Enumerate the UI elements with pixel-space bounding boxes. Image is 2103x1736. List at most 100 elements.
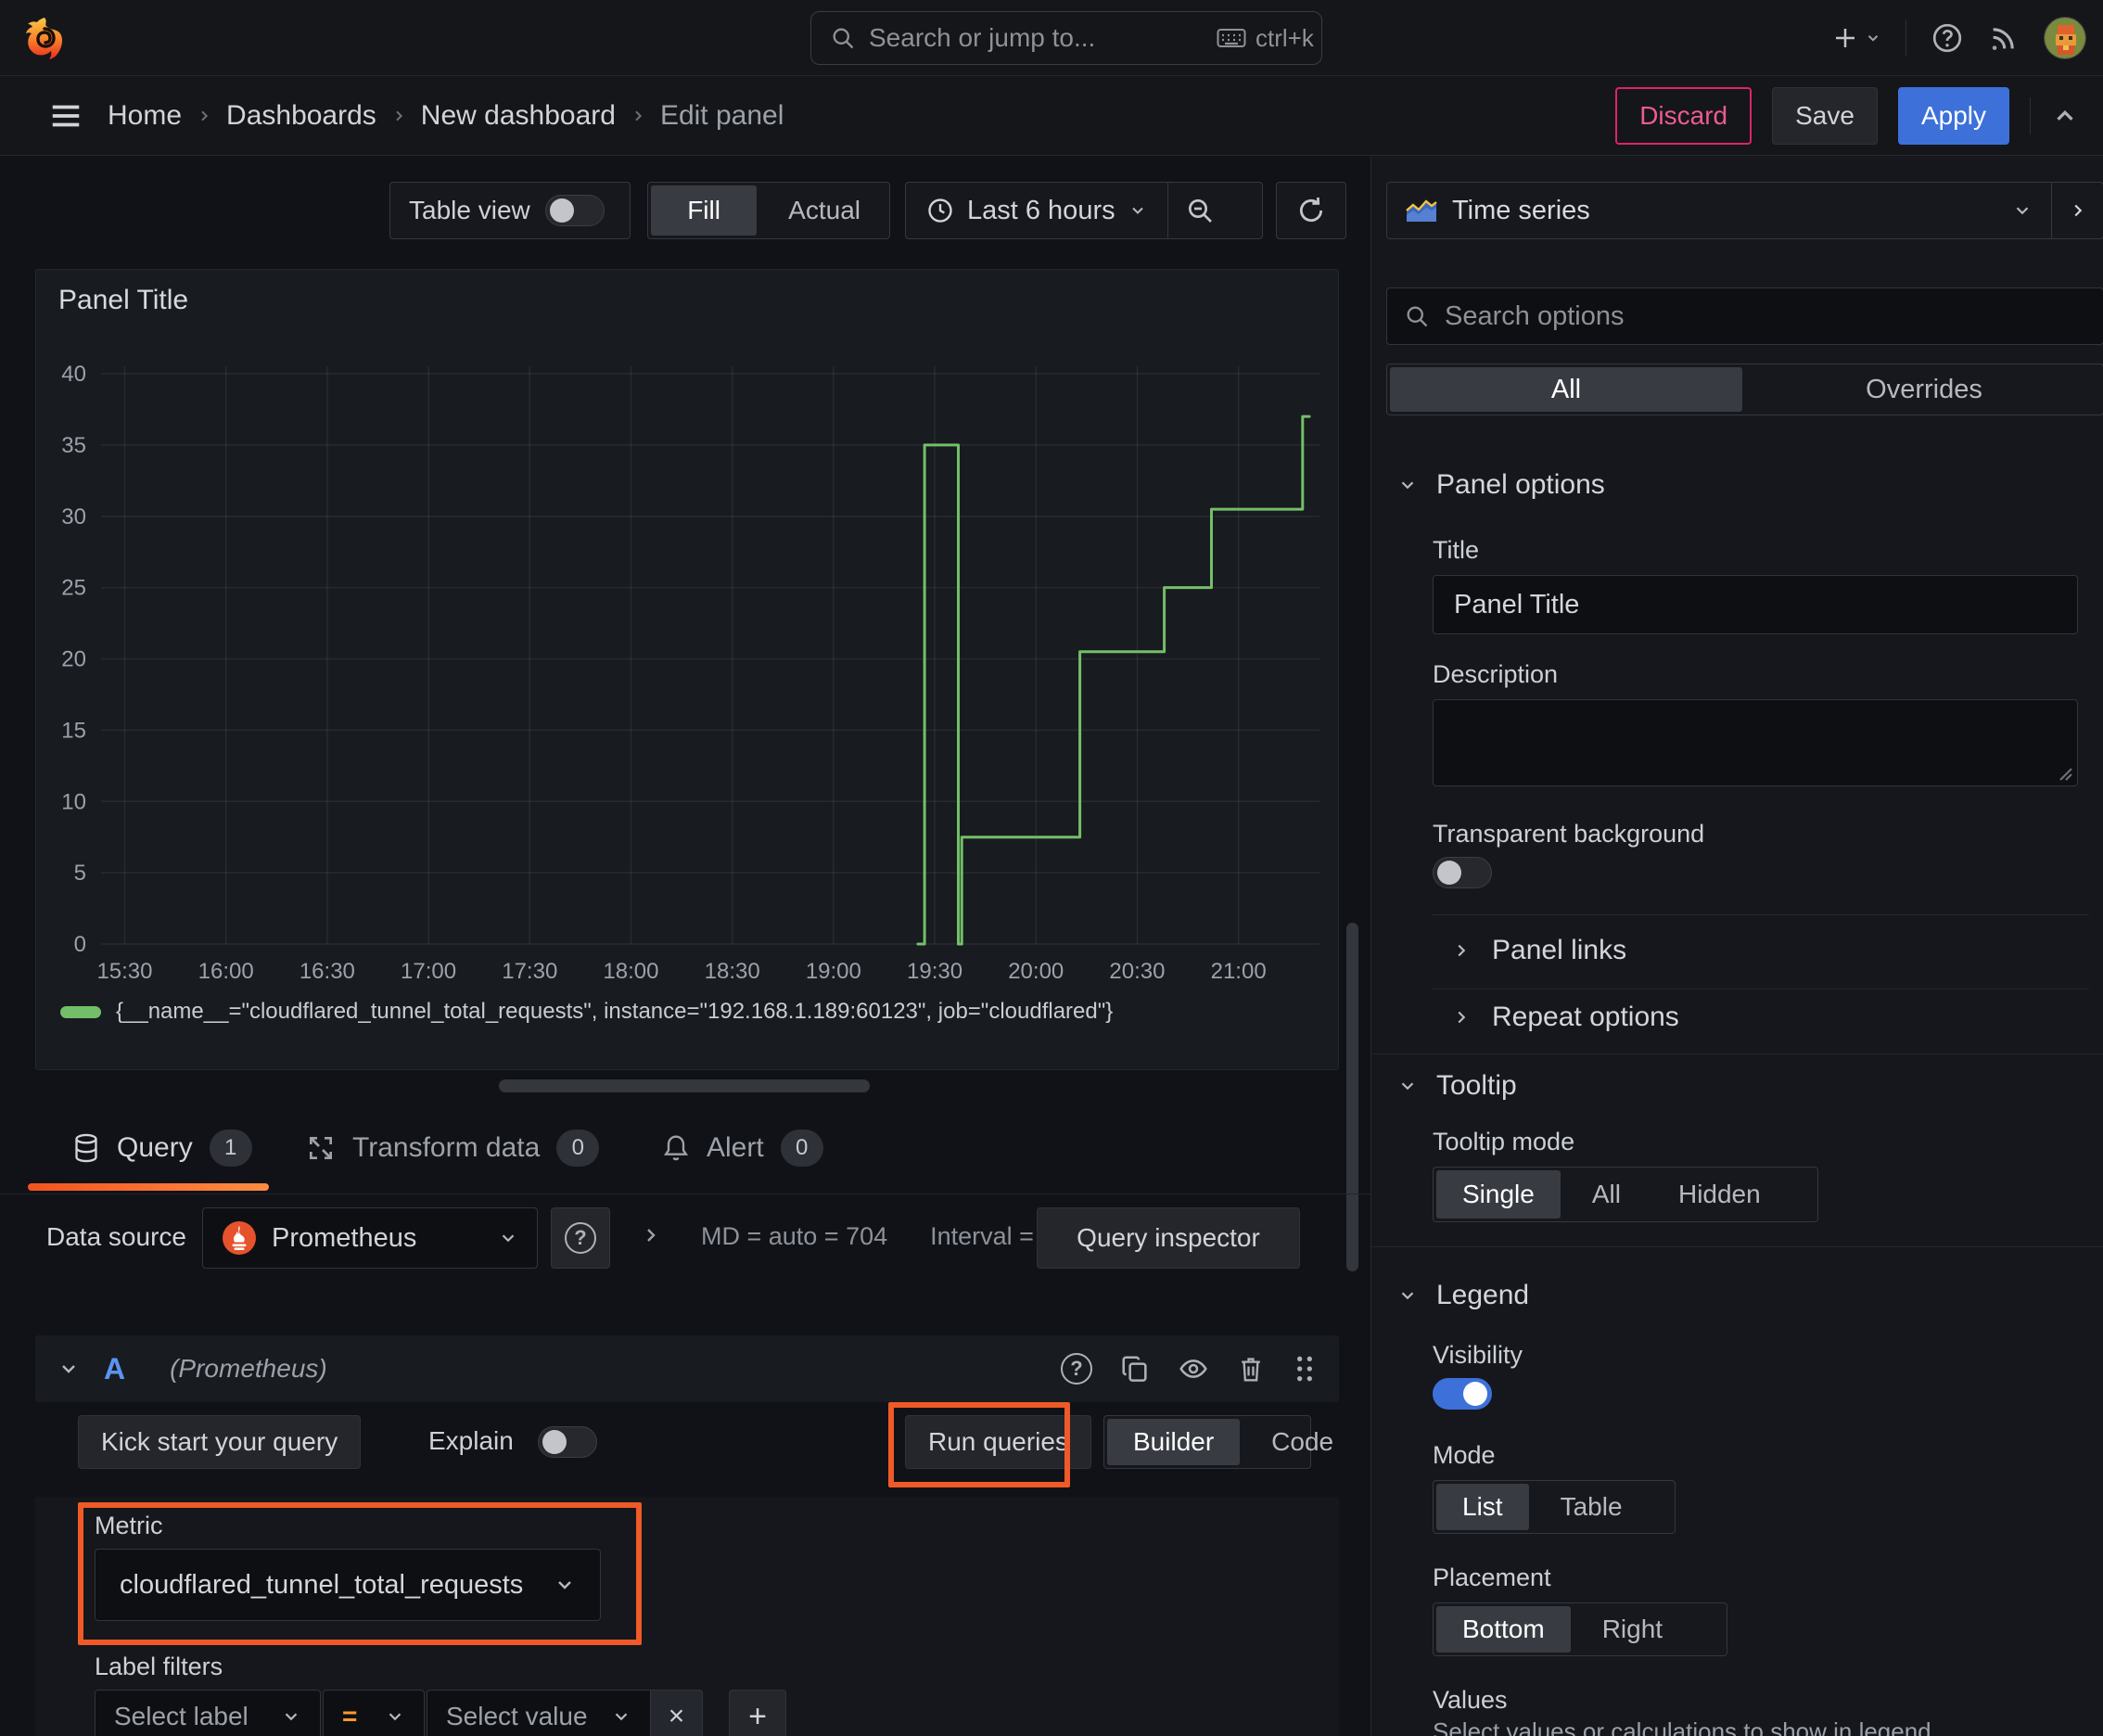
chevron-down-icon <box>1401 1292 1414 1300</box>
grafana-logo-icon[interactable] <box>22 16 67 60</box>
tooltip-mode-switch: Single All Hidden <box>1433 1167 1818 1222</box>
description-textarea[interactable] <box>1433 699 2078 786</box>
legend-section-header[interactable]: Legend <box>1397 1280 1529 1311</box>
news-rss-icon[interactable] <box>1988 22 2020 54</box>
delete-query-icon[interactable] <box>1237 1354 1265 1384</box>
breadcrumb-separator-icon <box>391 108 406 123</box>
operator-dropdown[interactable]: = <box>323 1690 425 1736</box>
legend-right-option[interactable]: Right <box>1576 1606 1689 1653</box>
pane-resize-handle[interactable] <box>499 1079 870 1092</box>
time-series-icon <box>1406 199 1437 222</box>
svg-text:17:30: 17:30 <box>502 959 557 984</box>
query-options-summary: MD = auto = 704 Interval = 30s <box>701 1222 1081 1251</box>
transparent-background-toggle[interactable] <box>1433 857 1492 888</box>
breadcrumb-item[interactable]: Dashboards <box>226 100 376 132</box>
tab-all-options[interactable]: All <box>1390 367 1742 412</box>
run-queries-button[interactable]: Run queries <box>905 1415 1091 1469</box>
metric-label: Metric <box>95 1512 163 1539</box>
drag-handle-icon[interactable] <box>1293 1354 1317 1384</box>
global-search[interactable]: ctrl+k <box>810 11 1322 65</box>
breadcrumb-item[interactable]: New dashboard <box>421 100 616 132</box>
svg-text:0: 0 <box>74 932 86 957</box>
query-row-header: A (Prometheus) ? <box>35 1335 1339 1402</box>
code-option[interactable]: Code <box>1245 1419 1359 1465</box>
svg-text:20:00: 20:00 <box>1008 959 1064 984</box>
legend-list-option[interactable]: List <box>1436 1484 1529 1530</box>
user-avatar[interactable] <box>2044 17 2086 59</box>
select-label-dropdown[interactable]: Select label <box>95 1690 321 1736</box>
explain-label: Explain <box>428 1426 514 1455</box>
table-view-toggle[interactable] <box>544 195 605 226</box>
kick-start-query-button[interactable]: Kick start your query <box>78 1415 362 1469</box>
visualization-picker[interactable]: Time series <box>1387 183 2051 238</box>
repeat-options-section[interactable]: Repeat options <box>1451 1002 1679 1033</box>
tab-alert[interactable]: Alert 0 <box>662 1130 823 1167</box>
tooltip-hidden-option[interactable]: Hidden <box>1652 1170 1787 1219</box>
svg-text:10: 10 <box>61 789 86 814</box>
breadcrumb-item[interactable]: Home <box>108 100 182 132</box>
datasource-help-button[interactable]: ? <box>551 1207 610 1269</box>
new-menu-button[interactable] <box>1831 24 1881 52</box>
panel-title-input[interactable] <box>1433 575 2078 634</box>
zoom-out-icon <box>1188 199 1212 223</box>
help-icon[interactable] <box>1931 21 1964 55</box>
legend-values-help: Select values or calculations to show in… <box>1433 1717 1931 1736</box>
legend-table-option[interactable]: Table <box>1535 1484 1649 1530</box>
query-inspector-button[interactable]: Query inspector <box>1037 1207 1300 1269</box>
tab-query[interactable]: Query 1 <box>72 1130 252 1167</box>
panel-options-header[interactable]: Panel options <box>1397 469 1605 501</box>
metric-select[interactable]: cloudflared_tunnel_total_requests <box>95 1549 601 1621</box>
tab-overrides[interactable]: Overrides <box>1748 367 2100 412</box>
visualization-suggestions-button[interactable] <box>2051 183 2103 238</box>
discard-button[interactable]: Discard <box>1615 87 1752 145</box>
options-tabs: All Overrides <box>1386 364 2103 415</box>
bell-icon <box>663 1135 689 1161</box>
options-search[interactable] <box>1386 287 2103 345</box>
keyboard-icon <box>1217 27 1246 49</box>
options-expand-icon[interactable] <box>640 1224 662 1246</box>
actual-option[interactable]: Actual <box>762 185 886 236</box>
tooltip-all-option[interactable]: All <box>1566 1170 1647 1219</box>
add-filter-button[interactable]: + <box>729 1690 786 1736</box>
duplicate-query-icon[interactable] <box>1120 1354 1150 1384</box>
svg-text:30: 30 <box>61 504 86 530</box>
options-search-input[interactable] <box>1445 300 2086 332</box>
tab-transform-data[interactable]: Transform data 0 <box>306 1130 600 1167</box>
refresh-button[interactable] <box>1276 182 1346 239</box>
query-help-icon[interactable]: ? <box>1061 1353 1092 1385</box>
apply-button[interactable]: Apply <box>1897 87 2009 145</box>
time-range-picker[interactable]: Last 6 hours <box>906 183 1167 238</box>
breadcrumb: Home Dashboards New dashboard Edit panel <box>108 76 784 156</box>
max-data-points: MD = auto = 704 <box>701 1222 888 1250</box>
transform-icon <box>310 1137 332 1159</box>
zoom-out-button[interactable] <box>1166 183 1231 238</box>
menu-toggle-icon[interactable] <box>48 98 83 134</box>
tooltip-single-option[interactable]: Single <box>1436 1170 1561 1219</box>
chevron-down-icon <box>615 1713 628 1721</box>
svg-text:18:00: 18:00 <box>603 959 658 984</box>
tooltip-section-header[interactable]: Tooltip <box>1397 1070 1517 1102</box>
search-input[interactable] <box>869 23 1204 53</box>
legend-bottom-option[interactable]: Bottom <box>1436 1606 1571 1653</box>
hide-query-icon[interactable] <box>1178 1354 1209 1384</box>
select-value-dropdown[interactable]: Select value <box>427 1690 651 1736</box>
legend-visibility-toggle[interactable] <box>1433 1378 1492 1410</box>
active-tab-underline <box>28 1183 269 1191</box>
chevron-down-icon <box>502 1234 515 1243</box>
save-button[interactable]: Save <box>1772 87 1878 145</box>
svg-text:19:00: 19:00 <box>806 959 861 984</box>
chevron-down-icon <box>2016 207 2029 215</box>
legend-mode-label: Mode <box>1433 1441 1496 1469</box>
fill-option[interactable]: Fill <box>651 185 758 236</box>
explain-toggle[interactable] <box>538 1426 597 1458</box>
svg-text:20: 20 <box>61 647 86 672</box>
remove-filter-button[interactable]: × <box>651 1690 703 1736</box>
panel-links-section[interactable]: Panel links <box>1451 935 1626 966</box>
time-series-chart[interactable]: 0 5 10 15 20 25 30 35 40 15:30 16:00 16:30 17:00 17:3… <box>36 337 1340 986</box>
legend-item[interactable]: {__name__="cloudflared_tunnel_total_requ… <box>60 999 1113 1025</box>
builder-option[interactable]: Builder <box>1107 1419 1241 1465</box>
collapse-header-icon[interactable] <box>2051 102 2079 130</box>
section-divider <box>1371 1246 2103 1247</box>
collapse-query-icon[interactable] <box>57 1358 80 1380</box>
datasource-picker[interactable]: Prometheus <box>202 1207 538 1269</box>
